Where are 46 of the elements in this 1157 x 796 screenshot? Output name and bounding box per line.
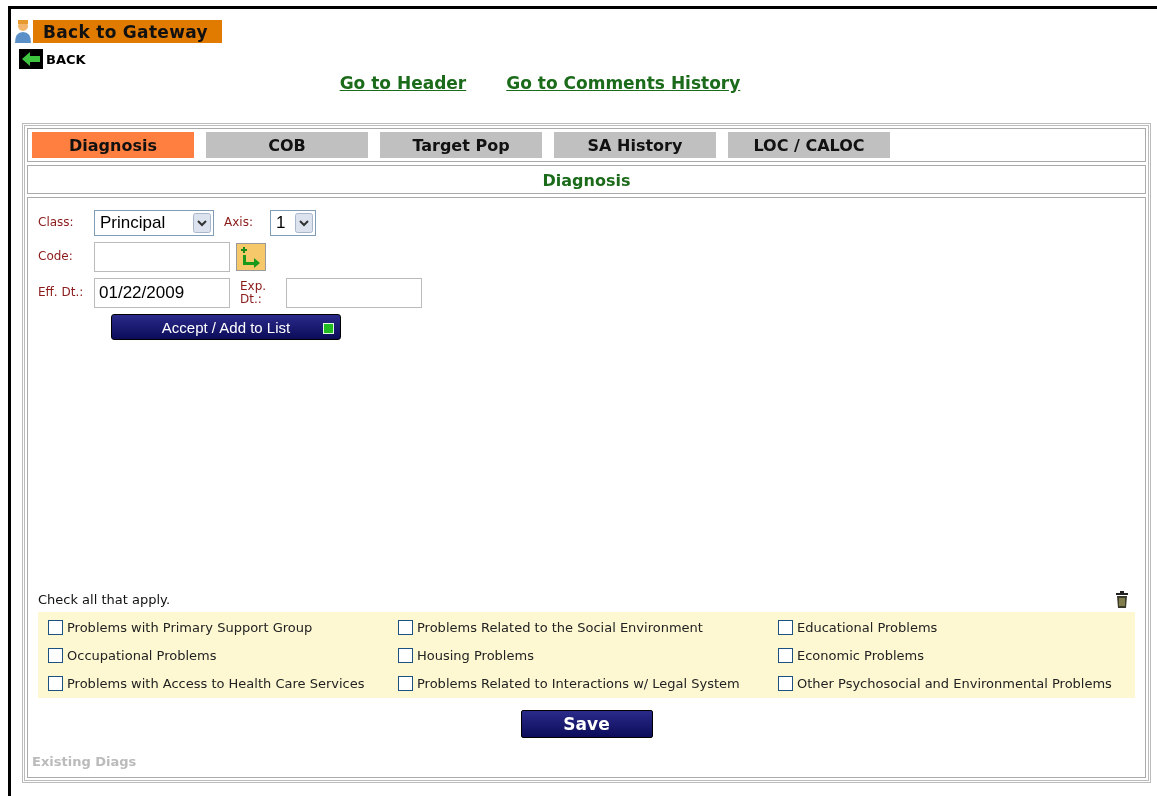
checkbox-label: Other Psychosocial and Environmental Problems (797, 676, 1112, 691)
nav-link[interactable]: Go to Comments History (506, 73, 741, 93)
axis-dropdown[interactable]: 1 (270, 210, 316, 236)
field-label: Class: (38, 216, 75, 230)
effective-date-field[interactable]: 01/22/2009 (94, 278, 230, 308)
checkbox-label: Housing Problems (417, 648, 534, 663)
expiry-date-field[interactable] (286, 278, 422, 308)
tab[interactable]: LOC / CALOC (728, 132, 890, 158)
section-title: Diagnosis (542, 171, 631, 190)
field-label: Code: (38, 250, 74, 264)
checkbox-label: Economic Problems (797, 648, 924, 663)
field-label: Axis: (224, 216, 254, 230)
field-label: Eff. Dt.: (38, 286, 85, 300)
accept-add-button[interactable]: Accept / Add to List (111, 314, 341, 340)
person-icon (13, 19, 33, 43)
checkbox-label: Problems Related to the Social Environment (417, 620, 703, 635)
checkbox-label: Problems Related to Interactions w/ Legal System (417, 676, 740, 691)
tab[interactable]: SA History (554, 132, 716, 158)
checkbox[interactable] (48, 676, 63, 691)
nav-link[interactable]: Go to Header (339, 73, 467, 93)
checkbox[interactable] (778, 620, 793, 635)
checkbox-label: Problems with Primary Support Group (67, 620, 313, 635)
field-label: Exp. Dt.: (240, 279, 268, 307)
checkbox[interactable] (48, 648, 63, 663)
trash-icon[interactable] (1115, 591, 1129, 608)
checkbox-label: Occupational Problems (67, 648, 217, 663)
tab[interactable]: Diagnosis (32, 132, 194, 158)
tab[interactable]: COB (206, 132, 368, 158)
tab[interactable]: Target Pop (380, 132, 542, 158)
save-button[interactable]: Save (520, 710, 653, 738)
indicator-icon (323, 323, 334, 334)
class-dropdown[interactable]: Principal (94, 210, 214, 236)
back-link[interactable]: BACK (46, 51, 86, 67)
checkbox[interactable] (778, 676, 793, 691)
back-arrow-icon (19, 49, 43, 69)
back-to-gateway-button[interactable]: Back to Gateway (33, 19, 222, 43)
checkbox[interactable] (398, 620, 413, 635)
checkbox[interactable] (48, 620, 63, 635)
checkbox[interactable] (398, 676, 413, 691)
checkbox[interactable] (778, 648, 793, 663)
existing-diags-label: Existing Diags (32, 754, 138, 769)
checkbox[interactable] (398, 648, 413, 663)
checkbox-label: Problems with Access to Health Care Services (67, 676, 365, 691)
checkbox-label: Educational Problems (797, 620, 938, 635)
instruction-text: Check all that apply. (38, 592, 171, 607)
code-field[interactable] (94, 242, 230, 272)
